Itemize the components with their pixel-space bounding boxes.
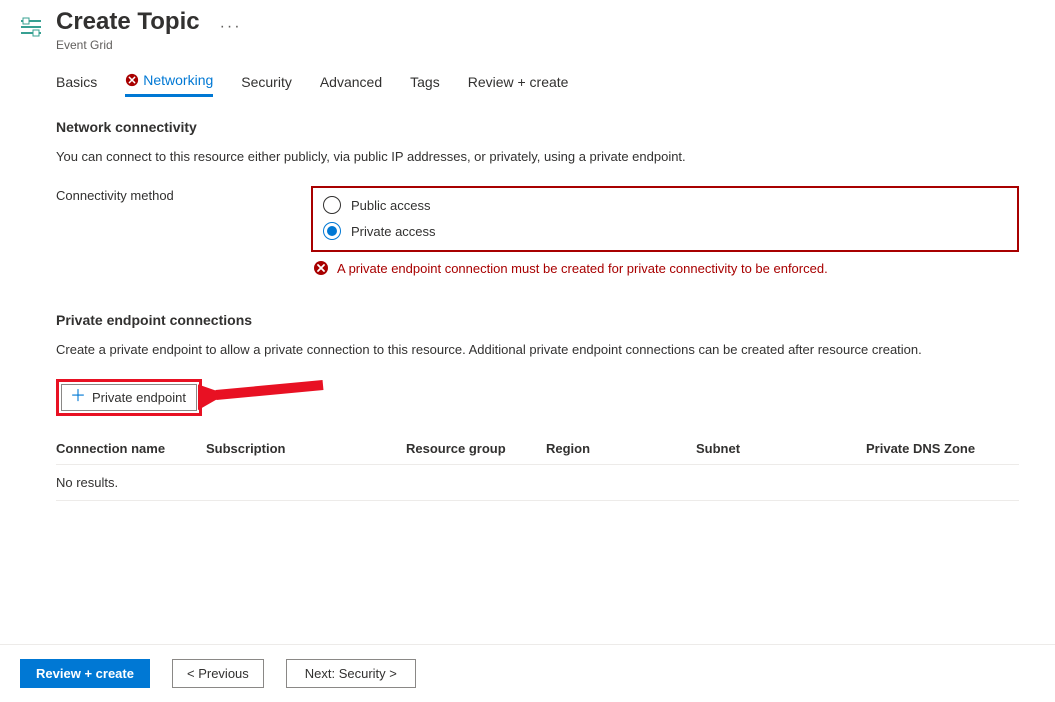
radio-label: Private access bbox=[351, 224, 436, 239]
page-header: Create Topic Event Grid ··· bbox=[0, 0, 1055, 52]
column-subnet[interactable]: Subnet bbox=[696, 441, 866, 456]
private-endpoint-description: Create a private endpoint to allow a pri… bbox=[56, 342, 1019, 357]
network-connectivity-description: You can connect to this resource either … bbox=[56, 149, 1019, 164]
tab-label: Basics bbox=[56, 74, 97, 90]
next-button[interactable]: Next: Security > bbox=[286, 659, 416, 688]
previous-button[interactable]: < Previous bbox=[172, 659, 264, 688]
private-endpoint-heading: Private endpoint connections bbox=[56, 312, 1019, 328]
tab-advanced[interactable]: Advanced bbox=[320, 72, 382, 97]
tab-basics[interactable]: Basics bbox=[56, 72, 97, 97]
tab-tags[interactable]: Tags bbox=[410, 72, 440, 97]
tab-label: Review + create bbox=[468, 74, 569, 90]
tab-label: Security bbox=[241, 74, 292, 90]
tab-bar: Basics Networking Security Advanced Tags… bbox=[56, 72, 1019, 97]
plus-icon: ＋ bbox=[70, 390, 86, 404]
tab-security[interactable]: Security bbox=[241, 72, 292, 97]
error-icon bbox=[125, 73, 139, 87]
table-header-row: Connection name Subscription Resource gr… bbox=[56, 433, 1019, 465]
connectivity-radio-group: Public access Private access bbox=[311, 186, 1019, 252]
tab-label: Tags bbox=[410, 74, 440, 90]
connectivity-method-label: Connectivity method bbox=[56, 186, 291, 203]
column-connection-name[interactable]: Connection name bbox=[56, 441, 206, 456]
column-subscription[interactable]: Subscription bbox=[206, 441, 406, 456]
radio-button-icon bbox=[323, 196, 341, 214]
connectivity-error-message: A private endpoint connection must be cr… bbox=[313, 260, 1019, 276]
main-content: Basics Networking Security Advanced Tags… bbox=[0, 52, 1055, 644]
event-grid-icon bbox=[18, 14, 44, 40]
button-label: Private endpoint bbox=[92, 390, 186, 405]
radio-private-access[interactable]: Private access bbox=[323, 218, 1007, 244]
private-endpoint-table: Connection name Subscription Resource gr… bbox=[56, 433, 1019, 501]
tab-label: Networking bbox=[143, 72, 213, 88]
column-resource-group[interactable]: Resource group bbox=[406, 441, 546, 456]
annotation-highlight-box: ＋ Private endpoint bbox=[56, 379, 202, 416]
review-create-button[interactable]: Review + create bbox=[20, 659, 150, 688]
radio-button-selected-icon bbox=[323, 222, 341, 240]
annotation-arrow-icon bbox=[198, 373, 328, 419]
error-icon bbox=[313, 260, 329, 276]
tab-label: Advanced bbox=[320, 74, 382, 90]
table-no-results: No results. bbox=[56, 465, 1019, 501]
page-title: Create Topic bbox=[56, 8, 200, 36]
connectivity-method-field: Connectivity method Public access Privat… bbox=[56, 186, 1019, 276]
network-connectivity-heading: Network connectivity bbox=[56, 119, 1019, 135]
column-region[interactable]: Region bbox=[546, 441, 696, 456]
error-text: A private endpoint connection must be cr… bbox=[337, 261, 828, 276]
page-subtitle: Event Grid bbox=[56, 38, 200, 52]
column-private-dns-zone[interactable]: Private DNS Zone bbox=[866, 441, 1019, 456]
more-actions-icon[interactable]: ··· bbox=[220, 18, 242, 36]
wizard-footer: Review + create < Previous Next: Securit… bbox=[0, 644, 1055, 702]
radio-public-access[interactable]: Public access bbox=[323, 192, 1007, 218]
tab-networking[interactable]: Networking bbox=[125, 72, 213, 97]
tab-review-create[interactable]: Review + create bbox=[468, 72, 569, 97]
radio-label: Public access bbox=[351, 198, 430, 213]
add-private-endpoint-button[interactable]: ＋ Private endpoint bbox=[61, 384, 197, 411]
